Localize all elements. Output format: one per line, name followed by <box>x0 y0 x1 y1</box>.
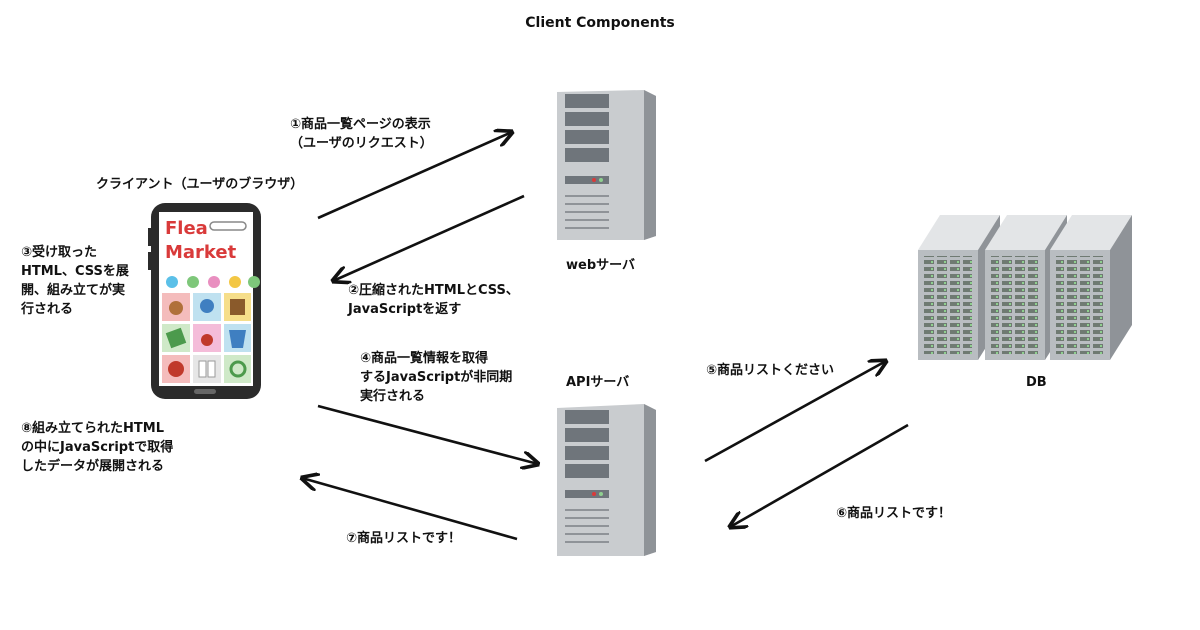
client-label: クライアント（ユーザのブラウザ） <box>96 177 304 192</box>
step6-label: ⑥商品リストです！ <box>836 506 952 521</box>
smartphone-icon: Flea Market <box>148 203 261 399</box>
step4-label: ④商品一覧情報を取得 するJavaScriptが非同期 実行される <box>360 351 513 404</box>
step7-label: ⑦商品リストです！ <box>346 531 462 546</box>
diagram-canvas: Flea Market <box>148 90 1132 556</box>
step5-label: ⑤商品リストください <box>706 363 835 378</box>
arrow-step4-fetch <box>317 404 538 464</box>
api-server-icon <box>557 404 656 556</box>
web-server-icon <box>557 90 656 240</box>
db-label: DB <box>1026 375 1047 390</box>
step8-label: ⑧組み立てられたHTML の中にJavaScriptで取得 したデータが展開され… <box>21 421 174 474</box>
step3-label: ③受け取った HTML、CSSを展 開、組み立てが実 行される <box>21 245 129 317</box>
api-server-label: APIサーバ <box>566 375 630 390</box>
step1-label: ①商品一覧ページの表示 （ユーザのリクエスト） <box>290 117 433 151</box>
phone-logo-line2: Market <box>165 242 237 263</box>
database-servers-icon <box>918 215 1132 360</box>
step2-label: ②圧縮されたHTMLとCSS、 JavaScriptを返す <box>348 283 519 317</box>
arrow-step2-response <box>333 194 525 281</box>
web-server-label: webサーバ <box>566 258 636 273</box>
phone-logo-line1: Flea <box>165 218 208 239</box>
